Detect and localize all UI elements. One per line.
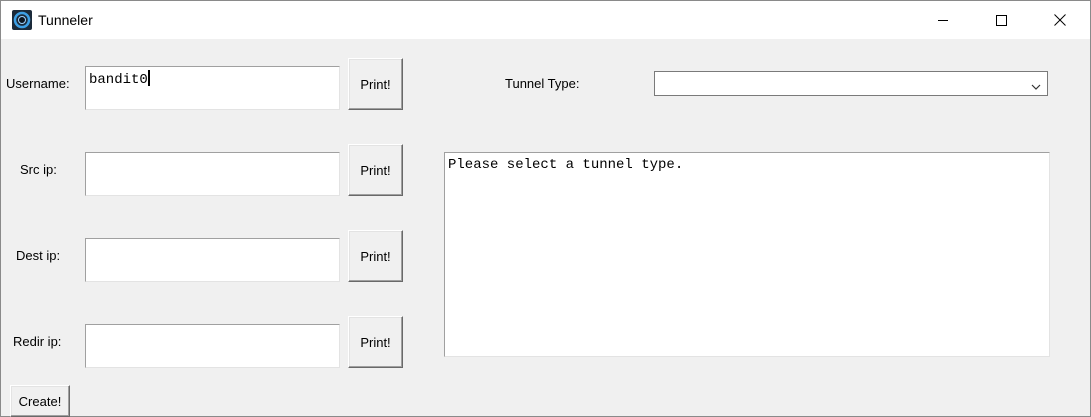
src-ip-label: Src ip: [20,162,57,177]
output-textbox[interactable]: Please select a tunnel type. [444,152,1050,357]
tunnel-app-icon [12,10,32,30]
output-text: Please select a tunnel type. [448,157,684,173]
title-bar[interactable]: Tunneler [1,1,1090,39]
print-src-ip-button[interactable]: Print! [348,144,403,196]
minimize-icon [937,15,949,26]
tunnel-type-label: Tunnel Type: [505,76,580,91]
create-button[interactable]: Create! [10,385,70,417]
print-redir-ip-button[interactable]: Print! [348,316,403,368]
tunnel-type-select[interactable] [654,71,1048,96]
username-input[interactable]: bandit0 [85,66,340,110]
print-dest-ip-button[interactable]: Print! [348,230,403,282]
username-label: Username: [6,76,70,91]
src-ip-input[interactable] [85,152,340,196]
window-title: Tunneler [38,12,93,28]
redir-ip-label: Redir ip: [13,334,62,349]
close-button[interactable] [1031,1,1089,39]
redir-ip-input[interactable] [85,324,340,368]
print-username-button[interactable]: Print! [348,58,403,110]
minimize-button[interactable] [914,1,972,39]
text-caret [147,70,150,86]
dest-ip-input[interactable] [85,238,340,282]
username-value: bandit0 [89,72,148,88]
maximize-icon [995,14,1007,26]
close-icon [1054,14,1066,26]
maximize-button[interactable] [972,1,1030,39]
app-window: Tunneler Username: bandit0 Print! Src ip… [0,0,1091,417]
chevron-down-icon [1031,79,1041,94]
dest-ip-label: Dest ip: [16,248,61,263]
